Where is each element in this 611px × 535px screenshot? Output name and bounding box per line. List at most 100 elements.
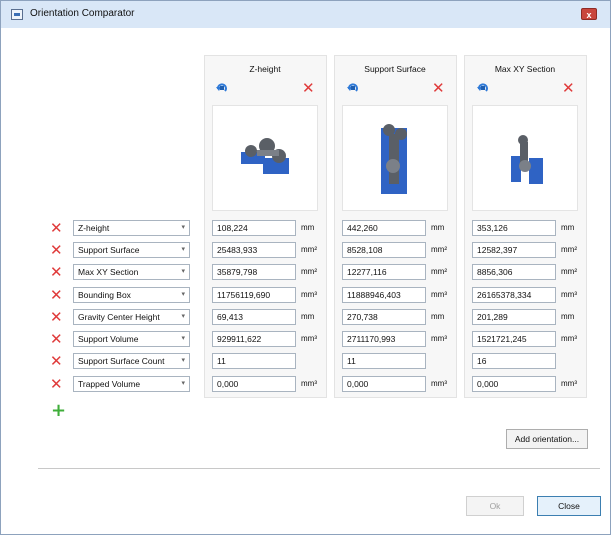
- unit-label: mm: [561, 312, 575, 321]
- value-field[interactable]: 12277,116: [342, 264, 426, 280]
- metric-label: Support Surface: [78, 245, 140, 255]
- unit-label: mm²: [561, 267, 577, 276]
- app-icon: [11, 9, 23, 20]
- chevron-down-icon: ▾: [181, 357, 185, 364]
- chevron-down-icon: ▾: [181, 246, 185, 253]
- metric-dropdown[interactable]: Max XY Section ▾: [73, 264, 190, 280]
- model-preview-icon: [381, 124, 407, 194]
- unit-label: mm: [301, 223, 315, 232]
- chevron-down-icon: ▾: [181, 268, 185, 275]
- value-field[interactable]: 929911,622: [212, 331, 296, 347]
- remove-row-icon[interactable]: ✕: [50, 332, 63, 347]
- value-field[interactable]: 12582,397: [472, 242, 556, 258]
- value-field[interactable]: 201,289: [472, 309, 556, 325]
- orientation-thumbnail-z-height: [212, 105, 318, 211]
- value-field[interactable]: 69,413: [212, 309, 296, 325]
- value-field[interactable]: 25483,933: [212, 242, 296, 258]
- value-field[interactable]: 11: [212, 353, 296, 369]
- chevron-down-icon: ▾: [181, 335, 185, 342]
- title-bar: Orientation Comparator x: [1, 1, 610, 28]
- unit-label: mm²: [301, 267, 317, 276]
- add-orientation-button[interactable]: Add orientation...: [506, 429, 588, 449]
- close-button[interactable]: Close: [537, 496, 601, 516]
- remove-row-icon[interactable]: ✕: [50, 265, 63, 280]
- metric-label: Gravity Center Height: [78, 312, 160, 322]
- unit-label: mm³: [431, 290, 447, 299]
- value-field[interactable]: 11: [342, 353, 426, 369]
- orientation-thumbnail-max-xy-section: [472, 105, 578, 211]
- orientation-thumbnail-support-surface: [342, 105, 448, 211]
- chevron-down-icon: ▾: [181, 313, 185, 320]
- chevron-down-icon: ▾: [181, 291, 185, 298]
- metric-dropdown[interactable]: Support Surface Count ▾: [73, 353, 190, 369]
- rotate-icon[interactable]: [477, 82, 489, 94]
- remove-row-icon[interactable]: ✕: [50, 243, 63, 258]
- window-title: Orientation Comparator: [30, 8, 135, 19]
- remove-column-icon[interactable]: ✕: [562, 81, 575, 96]
- unit-label: mm²: [431, 245, 447, 254]
- metric-dropdown[interactable]: Z-height ▾: [73, 220, 190, 236]
- unit-label: mm³: [431, 379, 447, 388]
- remove-row-icon[interactable]: ✕: [50, 310, 63, 325]
- remove-row-icon[interactable]: ✕: [50, 377, 63, 392]
- value-field[interactable]: 11888946,403: [342, 287, 426, 303]
- value-field[interactable]: 16: [472, 353, 556, 369]
- metric-label: Z-height: [78, 223, 110, 233]
- value-field[interactable]: 0,000: [472, 376, 556, 392]
- metric-label: Max XY Section: [78, 267, 139, 277]
- unit-label: mm: [301, 312, 315, 321]
- value-field[interactable]: 1521721,245: [472, 331, 556, 347]
- column-title-max-xy-section: Max XY Section: [494, 64, 556, 74]
- chevron-down-icon: ▾: [181, 380, 185, 387]
- unit-label: mm³: [561, 290, 577, 299]
- metric-dropdown[interactable]: Bounding Box ▾: [73, 287, 190, 303]
- remove-row-icon[interactable]: ✕: [50, 221, 63, 236]
- remove-column-icon[interactable]: ✕: [302, 81, 315, 96]
- unit-label: mm²: [561, 245, 577, 254]
- unit-label: mm³: [301, 334, 317, 343]
- unit-label: mm²: [431, 267, 447, 276]
- unit-label: mm³: [301, 379, 317, 388]
- metric-label: Support Surface Count: [78, 356, 165, 366]
- value-field[interactable]: 0,000: [212, 376, 296, 392]
- add-row-icon[interactable]: +: [51, 402, 66, 420]
- value-field[interactable]: 353,126: [472, 220, 556, 236]
- column-title-z-height: Z-height: [249, 64, 281, 74]
- metric-label: Trapped Volume: [78, 379, 141, 389]
- divider: [38, 468, 600, 469]
- ok-button[interactable]: Ok: [466, 496, 524, 516]
- remove-row-icon[interactable]: ✕: [50, 354, 63, 369]
- value-field[interactable]: 35879,798: [212, 264, 296, 280]
- chevron-down-icon: ▾: [181, 224, 185, 231]
- rotate-icon[interactable]: [216, 82, 228, 94]
- value-field[interactable]: 108,224: [212, 220, 296, 236]
- metric-dropdown[interactable]: Trapped Volume ▾: [73, 376, 190, 392]
- model-preview-icon: [241, 138, 289, 174]
- value-field[interactable]: 2711170,993: [342, 331, 426, 347]
- metric-dropdown[interactable]: Gravity Center Height ▾: [73, 309, 190, 325]
- value-field[interactable]: 26165378,334: [472, 287, 556, 303]
- metric-dropdown[interactable]: Support Surface ▾: [73, 242, 190, 258]
- unit-label: mm²: [301, 245, 317, 254]
- value-field[interactable]: 270,738: [342, 309, 426, 325]
- unit-label: mm³: [301, 290, 317, 299]
- metric-label: Support Volume: [78, 334, 139, 344]
- unit-label: mm³: [561, 379, 577, 388]
- value-field[interactable]: 442,260: [342, 220, 426, 236]
- rotate-icon[interactable]: [347, 82, 359, 94]
- metric-dropdown[interactable]: Support Volume ▾: [73, 331, 190, 347]
- unit-label: mm³: [431, 334, 447, 343]
- metric-label: Bounding Box: [78, 290, 131, 300]
- value-field[interactable]: 11756119,690: [212, 287, 296, 303]
- value-field[interactable]: 8856,306: [472, 264, 556, 280]
- unit-label: mm³: [561, 334, 577, 343]
- remove-column-icon[interactable]: ✕: [432, 81, 445, 96]
- unit-label: mm: [431, 223, 445, 232]
- value-field[interactable]: 8528,108: [342, 242, 426, 258]
- window-close-button[interactable]: x: [581, 8, 597, 20]
- remove-row-icon[interactable]: ✕: [50, 288, 63, 303]
- value-field[interactable]: 0,000: [342, 376, 426, 392]
- unit-label: mm: [431, 312, 445, 321]
- column-title-support-surface: Support Surface: [364, 64, 426, 74]
- model-preview-icon: [511, 135, 543, 184]
